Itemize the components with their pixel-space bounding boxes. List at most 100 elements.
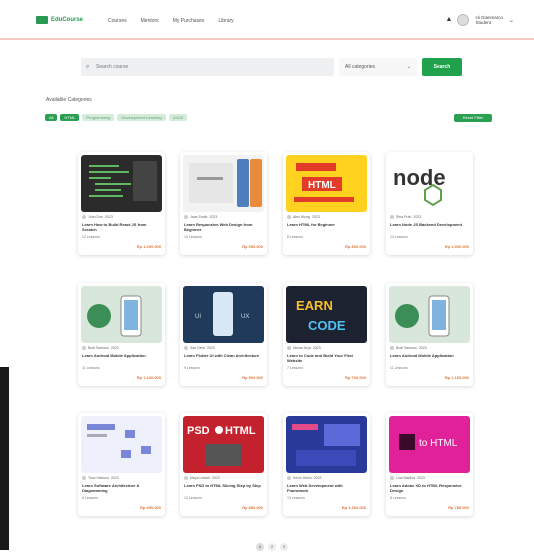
course-card[interactable]: PSD HTML Maya Lestari 2023 Learn PSD to HT…	[180, 413, 267, 516]
lesson-count: 13 Lessons	[287, 496, 305, 500]
nav-library[interactable]: Library	[218, 18, 233, 24]
main-nav: Courses Mentors My Purchases Library	[108, 18, 234, 24]
course-title[interactable]: Learn Android Mobile Application	[82, 353, 160, 358]
course-title[interactable]: Learn Node JS Backend Development	[390, 222, 468, 227]
course-card[interactable]: Jane Smith 2023 Learn Responsive Web Desi…	[180, 152, 267, 255]
author-name: Dimas Arya	[293, 346, 311, 350]
course-meta: Budi Santoso 2023	[82, 346, 119, 350]
course-thumbnail	[286, 416, 367, 473]
course-meta: Budi Santoso 2023	[390, 346, 427, 350]
author-avatar	[390, 215, 394, 219]
author-name: Alex Wong	[293, 215, 310, 219]
course-date: 2023	[312, 346, 321, 350]
search-input[interactable]	[94, 63, 298, 71]
user-role: Student	[475, 20, 491, 25]
user-area: ▲ Hi Gianmarco Student ⌄	[445, 14, 514, 26]
course-price: Rp 780.000	[448, 505, 469, 510]
reset-filter-button[interactable]: Reset Filter	[454, 114, 492, 122]
course-meta: Alex Wong 2023	[287, 215, 320, 219]
course-title[interactable]: Learn Flutter UI with Clean Architecture	[184, 353, 262, 358]
course-card[interactable]: Tono Hartono 2023 Learn Software Architec…	[78, 413, 165, 516]
course-card[interactable]: Budi Santoso 2023 Learn Android Mobile Ap…	[78, 283, 165, 386]
chip-all[interactable]: All	[45, 114, 58, 121]
course-title[interactable]: Learn PSD to HTML Slicing Step by Step	[184, 483, 262, 488]
svg-text:UI: UI	[195, 314, 201, 320]
course-meta: Maya Lestari 2023	[184, 476, 220, 480]
brand-name: EduCourse	[51, 17, 84, 23]
author-name: Maya Lestari	[190, 476, 211, 480]
author-name: Budi Santoso	[396, 346, 417, 350]
chip-programming[interactable]: Programming	[82, 114, 115, 121]
chip-uiux[interactable]: UI/UX	[168, 114, 188, 121]
course-date: 2023	[313, 476, 322, 480]
course-card[interactable]: UI UX Sari Dewi 2023 Learn Flutter UI with…	[180, 283, 267, 386]
course-card[interactable]: to HTML Lina Marlina 2023 Learn Adobe XD …	[386, 413, 473, 516]
lesson-count: 12 Lessons	[82, 235, 100, 239]
course-title[interactable]: Learn Responsive Web Design from Beginne…	[184, 222, 262, 232]
filter-label: Available Categories	[46, 97, 92, 103]
nav-courses[interactable]: Courses	[108, 18, 127, 24]
svg-text:UX: UX	[241, 314, 249, 320]
course-meta: Tono Hartono 2023	[82, 476, 119, 480]
course-price: Rp 1.300.000	[341, 505, 366, 510]
course-meta: John Doe 2023	[82, 215, 113, 219]
course-title[interactable]: Learn Software Architecture & Diagrammin…	[82, 483, 160, 493]
svg-text:EARN: EARN	[296, 298, 333, 313]
svg-text:to HTML: to HTML	[419, 438, 458, 449]
course-card[interactable]: node Rina Putri 2023 Learn Node JS Backen…	[386, 152, 473, 255]
course-price: Rp 1.100.000	[136, 375, 161, 380]
page-2[interactable]: 2	[268, 543, 276, 551]
chevron-down-icon[interactable]: ⌄	[509, 17, 514, 24]
lesson-count: 10 Lessons	[184, 496, 202, 500]
course-thumbnail	[183, 155, 264, 212]
course-price: Rp 900.000	[242, 375, 263, 380]
lesson-count: 11 Lessons	[82, 366, 100, 370]
course-price: Rp 850.000	[242, 505, 263, 510]
svg-text:PSD: PSD	[187, 425, 210, 437]
category-select[interactable]: All categories ⌄	[339, 58, 417, 76]
nav-mentors[interactable]: Mentors	[141, 18, 159, 24]
avatar[interactable]	[457, 14, 470, 26]
course-thumbnail: PSD HTML	[183, 416, 264, 473]
lesson-count: 7 Lessons	[287, 366, 303, 370]
chip-html[interactable]: HTML	[60, 114, 80, 121]
course-title[interactable]: Learn to Code and Build Your First Websi…	[287, 353, 365, 363]
pagination: 1 2 3	[256, 543, 288, 551]
author-avatar	[184, 346, 188, 350]
course-title[interactable]: Learn HTML for Beginner	[287, 222, 365, 227]
svg-text:CODE: CODE	[308, 318, 346, 333]
author-name: Budi Santoso	[88, 346, 109, 350]
course-date: 2023	[206, 346, 215, 350]
lesson-count: 6 Lessons	[82, 496, 98, 500]
page-1[interactable]: 1	[256, 543, 264, 551]
course-date: 2023	[311, 215, 320, 219]
course-date: 2023	[212, 476, 220, 480]
search-button[interactable]: Search	[422, 58, 462, 76]
course-title[interactable]: Learn Web Development with Framework	[287, 483, 365, 493]
lesson-count: 14 Lessons	[390, 235, 408, 239]
svg-text:node: node	[393, 165, 446, 190]
nav-purchases[interactable]: My Purchases	[173, 18, 205, 24]
logo-icon	[36, 16, 48, 24]
course-date: 2023	[110, 346, 119, 350]
chip-development[interactable]: Development Learning	[117, 114, 166, 121]
author-avatar	[82, 346, 86, 350]
course-thumbnail: node	[389, 155, 470, 212]
course-date: 2023	[417, 476, 425, 480]
course-card[interactable]: Budi Santoso 2023 Learn Android Mobile Ap…	[386, 283, 473, 386]
course-card[interactable]: John Doe 2023 Learn How to Build React JS…	[78, 152, 165, 255]
course-title[interactable]: Learn Android Mobile Application	[390, 353, 468, 358]
course-card[interactable]: Kevin Halim 2023 Learn Web Development wi…	[283, 413, 370, 516]
course-price: Rp 950.000	[242, 244, 263, 249]
user-info[interactable]: Hi Gianmarco Student	[475, 15, 503, 25]
course-card[interactable]: EARN CODE Dimas Arya 2023 Learn to Code an…	[283, 283, 370, 386]
course-title[interactable]: Learn How to Build React JS from Scratch	[82, 222, 160, 232]
course-date: 2023	[413, 215, 422, 219]
course-date: 2023	[209, 215, 218, 219]
course-card[interactable]: HTML Alex Wong 2023 Learn HTML for Beginn…	[283, 152, 370, 255]
course-title[interactable]: Learn Adobe XD to HTML Responsive Design	[390, 483, 468, 493]
brand-logo[interactable]: EduCourse	[36, 16, 83, 24]
author-avatar	[287, 476, 291, 480]
bell-icon[interactable]: ▲	[445, 16, 452, 23]
page-3[interactable]: 3	[280, 543, 288, 551]
